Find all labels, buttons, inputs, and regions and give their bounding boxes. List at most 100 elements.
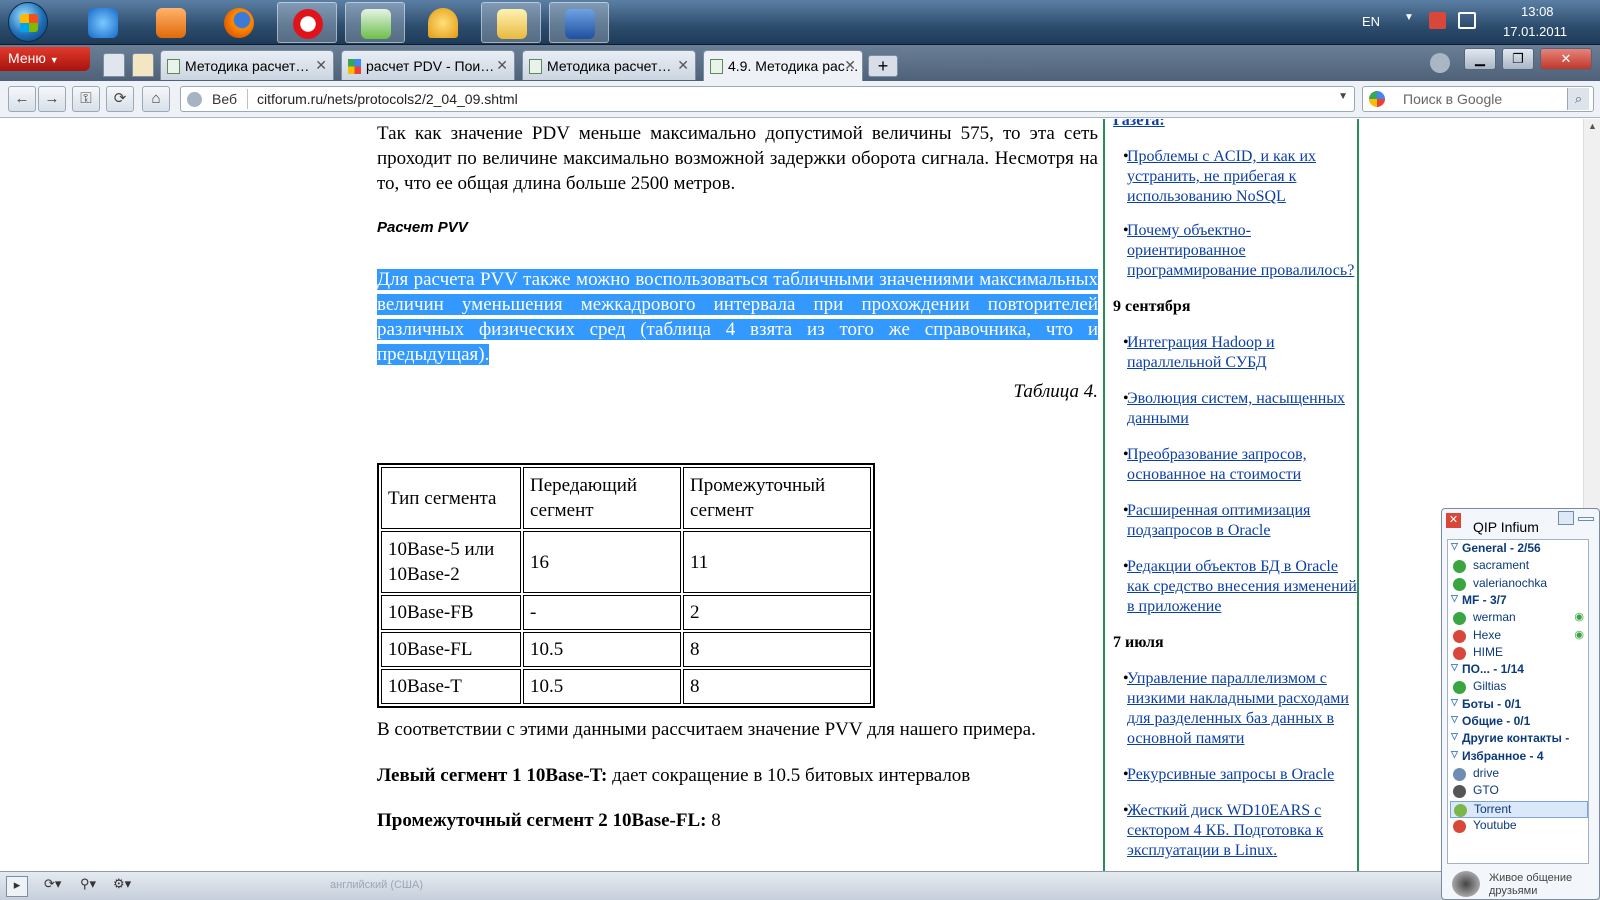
- sidebar-news-item[interactable]: • Рекурсивные запросы в Oracle: [1113, 765, 1357, 785]
- qip-contact-row[interactable]: werman ◉: [1450, 610, 1588, 627]
- qip-group-row[interactable]: Другие контакты -: [1450, 731, 1588, 748]
- sidebar-news-item[interactable]: • Жесткий диск WD10EARS с сектором 4 КБ. …: [1113, 801, 1357, 861]
- qip-contact-row[interactable]: HIME: [1450, 645, 1588, 662]
- sidebar-news-item[interactable]: • Управление параллелизмом с низкими накл…: [1113, 669, 1357, 749]
- qip-group-row[interactable]: Общие - 0/1: [1450, 714, 1588, 731]
- sidebar-news-item[interactable]: • Преобразование запросов, основанное на …: [1113, 445, 1357, 485]
- panel-toggle-icon[interactable]: ▸: [6, 876, 28, 897]
- close-icon[interactable]: ✕: [677, 57, 689, 74]
- sidebar-news-item[interactable]: • Редакции объектов БД в Oracle как средс…: [1113, 557, 1357, 617]
- close-icon[interactable]: ✕: [844, 57, 856, 74]
- taskbar-app-internet-explorer[interactable]: [73, 2, 133, 43]
- qip-group-row[interactable]: MF - 3/7: [1450, 593, 1588, 610]
- qip-row-label: Giltias: [1473, 679, 1507, 694]
- sidebar-news-item[interactable]: • Проблемы с ACID, и как их устранить, не…: [1113, 147, 1357, 207]
- settings-icon[interactable]: ⚙▾: [113, 876, 131, 897]
- new-tab-button[interactable]: +: [868, 55, 898, 77]
- taskbar-app-task-manager[interactable]: [345, 2, 405, 43]
- sidebar-link[interactable]: Управление параллелизмом с низкими накла…: [1113, 669, 1357, 749]
- sidebar-link[interactable]: Преобразование запросов, основанное на с…: [1113, 445, 1357, 485]
- taskbar-app-explorer[interactable]: [481, 2, 541, 43]
- sidebar-link[interactable]: Редакции объектов БД в Oracle как средст…: [1113, 557, 1357, 617]
- address-text[interactable]: citforum.ru/nets/protocols2/2_04_09.shtm…: [257, 91, 518, 107]
- navigation-bar: ← → ⚿ ⟳ ⌂ Веб citforum.ru/nets/protocols…: [0, 81, 1600, 118]
- qip-group-row[interactable]: ПО... - 1/14: [1450, 662, 1588, 679]
- tab-3[interactable]: Методика расчет… ✕: [522, 50, 696, 80]
- qip-infium-window[interactable]: ✕ QIP Infium General - 2/56 sacrament vale…: [1441, 508, 1600, 900]
- chevron-down-icon[interactable]: ▼: [1338, 91, 1348, 102]
- forward-button[interactable]: →: [38, 86, 66, 112]
- qip-minimize-icon[interactable]: [1578, 517, 1594, 521]
- opera-menu-button[interactable]: Меню ▼: [0, 47, 90, 71]
- restore-button[interactable]: ❐: [1502, 48, 1534, 70]
- sidebar-link[interactable]: Жесткий диск WD10EARS с сектором 4 КБ. П…: [1113, 801, 1357, 861]
- qip-group-row[interactable]: Боты - 0/1: [1450, 697, 1588, 714]
- qip-contact-row[interactable]: Giltias: [1450, 679, 1588, 696]
- back-button[interactable]: ←: [8, 86, 36, 112]
- taskbar-app-opera[interactable]: [277, 2, 337, 43]
- qip-restore-icon[interactable]: [1558, 511, 1574, 525]
- language-indicator[interactable]: EN: [1362, 14, 1380, 29]
- paragraph-selected[interactable]: Для расчета PVV также можно воспользоват…: [377, 267, 1098, 367]
- google-icon[interactable]: [1369, 91, 1385, 107]
- start-button[interactable]: [8, 2, 48, 42]
- search-field[interactable]: Поиск в Google ⌕: [1362, 86, 1594, 112]
- sidebar-link[interactable]: Газета:: [1113, 119, 1165, 129]
- tray-expand-icon[interactable]: ▼: [1404, 12, 1414, 23]
- sidebar-link[interactable]: Почему объектно-ориентированное программ…: [1113, 221, 1357, 281]
- key-icon[interactable]: ⚿: [72, 86, 100, 112]
- sync-icon[interactable]: ⟳▾: [44, 876, 61, 897]
- qip-contact-row[interactable]: Youtube: [1450, 818, 1588, 835]
- tab-2[interactable]: расчет PDV - Пои… ✕: [341, 50, 515, 80]
- qip-group-row[interactable]: General - 2/56: [1450, 541, 1588, 558]
- table-cell: 2: [683, 595, 871, 630]
- trash-icon[interactable]: [1430, 53, 1450, 73]
- tab-1[interactable]: Методика расчет… ✕: [160, 50, 334, 80]
- close-icon[interactable]: ✕: [496, 57, 508, 74]
- tab-label: Методика расчет…: [185, 58, 310, 74]
- qip-contact-row[interactable]: Torrent: [1450, 800, 1588, 818]
- search-icon[interactable]: ⌕: [1567, 88, 1589, 110]
- minimize-button[interactable]: ▁: [1464, 48, 1496, 70]
- sidebar-news-item[interactable]: • Эволюция систем, насыщенных данными: [1113, 389, 1357, 429]
- network-icon[interactable]: [1458, 12, 1476, 29]
- sidebar-link[interactable]: Интеграция Hadoop и параллельной СУБД: [1113, 333, 1357, 373]
- selected-text[interactable]: Для расчета PVV также можно воспользоват…: [377, 269, 1098, 365]
- address-field[interactable]: Веб citforum.ru/nets/protocols2/2_04_09.…: [180, 86, 1355, 112]
- sidebar-top-link[interactable]: Газета:: [1113, 119, 1357, 131]
- qip-contact-row[interactable]: Hexe ◉: [1450, 628, 1588, 645]
- search-placeholder: Поиск в Google: [1403, 91, 1503, 107]
- reload-button[interactable]: ⟳: [106, 86, 134, 112]
- home-button[interactable]: ⌂: [142, 86, 170, 112]
- sidebar-news-item[interactable]: • Интеграция Hadoop и параллельной СУБД: [1113, 333, 1357, 373]
- sidebar-link[interactable]: Расширенная оптимизация подзапросов в Or…: [1113, 501, 1357, 541]
- qip-group-row[interactable]: Избранное - 4: [1450, 749, 1588, 766]
- qip-contact-row[interactable]: valerianochka: [1450, 576, 1588, 593]
- qip-contact-list[interactable]: General - 2/56 sacrament valerianochka MF -…: [1447, 539, 1589, 864]
- qip-tray-icon[interactable]: [1429, 12, 1446, 29]
- sidebar-news-item[interactable]: • Почему объектно-ориентированное програм…: [1113, 221, 1357, 281]
- tab-4-active[interactable]: 4.9. Методика рас… ✕: [703, 50, 863, 82]
- taskbar-app-qip[interactable]: [413, 2, 473, 43]
- share-icon[interactable]: ⚲▾: [80, 876, 96, 897]
- qip-contact-row[interactable]: drive: [1450, 766, 1588, 783]
- sidebar-link[interactable]: Проблемы с ACID, и как их устранить, не …: [1113, 147, 1357, 207]
- qip-contact-row[interactable]: GTO: [1450, 783, 1588, 800]
- qip-contact-row[interactable]: sacrament: [1450, 558, 1588, 575]
- taskbar-app-media-player[interactable]: [141, 2, 201, 43]
- sidebar-link[interactable]: Рекурсивные запросы в Oracle: [1113, 765, 1357, 785]
- scroll-up-icon[interactable]: ▲: [1585, 121, 1600, 136]
- clock-date[interactable]: 17.01.2011: [1503, 24, 1567, 39]
- sidebar-news-item[interactable]: • Расширенная оптимизация подзапросов в O…: [1113, 501, 1357, 541]
- pinned-tab-notes[interactable]: [103, 53, 125, 77]
- taskbar-app-word[interactable]: [549, 2, 609, 43]
- tab-label: Методика расчет…: [547, 58, 672, 74]
- clock-time[interactable]: 13:08: [1521, 4, 1554, 19]
- close-icon[interactable]: ✕: [1446, 513, 1461, 528]
- taskbar-app-firefox[interactable]: [209, 2, 269, 43]
- close-icon[interactable]: ✕: [315, 57, 327, 74]
- pinned-tab-extension[interactable]: [132, 53, 154, 77]
- table-row: 10Base-T 10.5 8: [381, 669, 871, 704]
- close-window-button[interactable]: ✕: [1540, 48, 1592, 70]
- sidebar-link[interactable]: Эволюция систем, насыщенных данными: [1113, 389, 1357, 429]
